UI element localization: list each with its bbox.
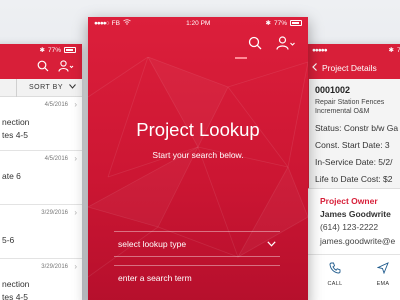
contact-actions: CALL EMA [306, 254, 400, 300]
user-icon[interactable] [276, 35, 296, 55]
project-owner-section: Project Owner James Goodwrite (614) 123-… [306, 189, 400, 254]
search-term-input[interactable]: enter a search term [114, 265, 280, 289]
page-subtitle: Start your search below. [152, 150, 244, 160]
chevron-down-icon [267, 239, 276, 249]
center-screen-project-lookup: ●●●●○ FB 1:20 PM ✱ 77% Project Lookup St… [88, 17, 308, 300]
email-label: EMA [376, 281, 390, 287]
carrier-label: FB [111, 19, 120, 27]
project-description-line2: Incremental O&M [315, 108, 370, 115]
project-info-card: 0001002 Repair Station Fences Incrementa… [306, 79, 400, 189]
call-label: CALL [327, 281, 343, 287]
send-icon [376, 261, 389, 278]
list-item-title: nection [2, 279, 30, 289]
project-status: Status: Constr b/w Ga [315, 123, 399, 133]
back-chevron-icon[interactable] [312, 62, 317, 73]
battery-icon [64, 47, 76, 53]
chevron-right-icon: › [74, 262, 77, 271]
list-item-date: 3/29/2016 [41, 264, 68, 270]
battery-percent: 77% [273, 19, 287, 27]
list-item[interactable]: 3/29/2016 › nection tes 4-5 [0, 259, 82, 300]
owner-phone[interactable]: (614) 123-2222 [320, 222, 378, 232]
sort-bar[interactable]: SORT BY [0, 78, 82, 97]
page-title: Project Details [322, 62, 377, 73]
search-icon[interactable] [37, 59, 49, 77]
in-service-date: In-Service Date: 5/2/ [315, 157, 393, 167]
left-status-bar: ✱ 77% [0, 44, 82, 56]
background-geometric-pattern [88, 57, 308, 278]
list-item-date: 4/5/2016 [44, 156, 68, 162]
chevron-right-icon: › [74, 100, 77, 109]
list-item[interactable]: 4/5/2016 › ate 6 [0, 151, 82, 205]
bluetooth-icon: ✱ [388, 47, 394, 54]
right-status-bar: ●●●●● ✱ 77% [306, 44, 400, 56]
wifi-icon [123, 19, 131, 27]
sort-by-label[interactable]: SORT BY [29, 84, 63, 91]
center-status-bar: ●●●●○ FB 1:20 PM ✱ 77% [88, 17, 308, 29]
list-item-title: ate 6 [2, 171, 21, 181]
call-button[interactable]: CALL [320, 261, 350, 287]
phone-icon [329, 261, 341, 278]
battery-percent: 77% [47, 46, 61, 54]
list-item-date: 4/5/2016 [44, 102, 68, 108]
list-item-title: 5-6 [2, 235, 15, 245]
search-term-placeholder: enter a search term [118, 272, 192, 283]
const-start-date: Const. Start Date: 3 [315, 140, 390, 150]
owner-name: James Goodwrite [320, 209, 391, 219]
bluetooth-icon: ✱ [39, 47, 45, 54]
user-icon[interactable] [58, 59, 74, 77]
list-item-subtitle: tes 4-5 [2, 292, 28, 300]
battery-icon [289, 20, 302, 26]
page-title: Project Lookup [136, 119, 260, 140]
right-header: ●●●●● ✱ 77% Project Details [306, 44, 400, 79]
owner-email[interactable]: james.goodwrite@e [320, 236, 395, 246]
project-number: 0001002 [315, 85, 351, 95]
active-search-indicator [235, 57, 247, 59]
owner-heading: Project Owner [320, 196, 378, 206]
email-button[interactable]: EMA [368, 261, 398, 287]
list-item-date: 3/29/2016 [41, 210, 68, 216]
left-header: ✱ 77% [0, 44, 82, 79]
chevron-down-icon[interactable] [69, 84, 76, 91]
lookup-type-select[interactable]: select lookup type [114, 231, 280, 257]
bluetooth-icon: ✱ [265, 20, 271, 27]
search-icon[interactable] [248, 36, 262, 55]
life-to-date-cost: Life to Date Cost: $2 [315, 174, 393, 184]
list-item-subtitle: tes 4-5 [2, 130, 28, 140]
right-screen-project-details: ●●●●● ✱ 77% Project Details 0001002 Repa… [306, 44, 400, 300]
signal-dots: ●●●●● [312, 46, 328, 54]
left-screen-project-list: ✱ 77% SORT BY 4/5/2016 › nection tes 4-5… [0, 44, 82, 300]
center-nav-bar [88, 29, 308, 61]
sort-divider [16, 78, 18, 97]
chevron-right-icon: › [74, 154, 77, 163]
lookup-type-placeholder: select lookup type [118, 239, 187, 249]
list-item[interactable]: 4/5/2016 › nection tes 4-5 [0, 97, 82, 151]
list-item[interactable]: 3/29/2016 › 5-6 [0, 205, 82, 259]
chevron-right-icon: › [74, 208, 77, 217]
status-time: 1:20 PM [186, 19, 211, 27]
list-item-title: nection [2, 117, 30, 127]
project-description-line1: Repair Station Fences [315, 99, 385, 106]
signal-dots: ●●●●○ [94, 19, 110, 27]
